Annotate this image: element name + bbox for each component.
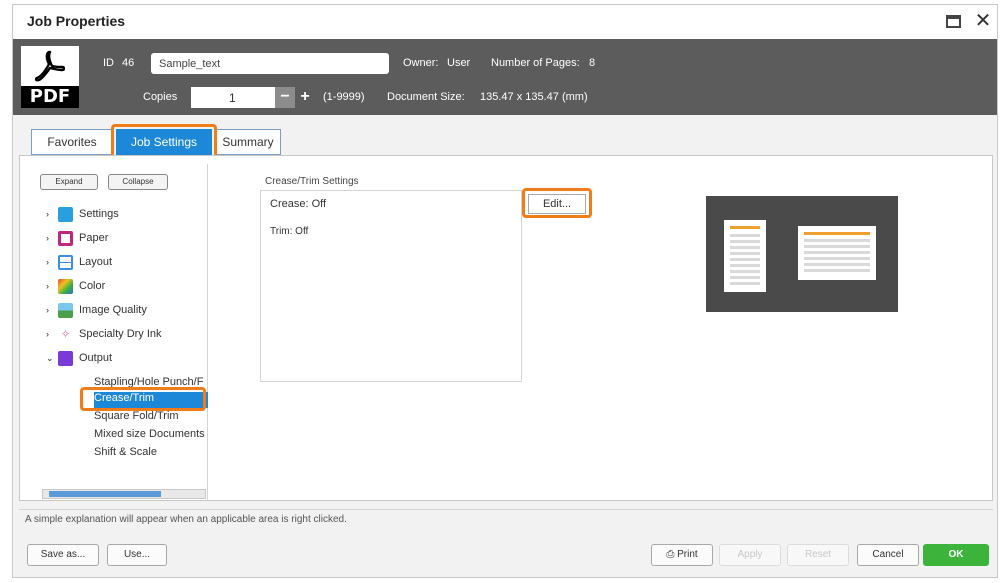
tree-subitem-crease-trim[interactable]: Crease/Trim [94, 392, 208, 408]
settings-tree: Expand Collapse › Settings › Paper › Lay… [28, 164, 208, 500]
id-value: 46 [122, 57, 135, 69]
expand-arrow-icon: › [46, 209, 49, 219]
tree-item-output[interactable]: ⌄ Output [46, 348, 112, 368]
copies-input[interactable] [191, 87, 275, 108]
print-button[interactable]: ⎙ Print [651, 544, 713, 566]
copies-range: (1-9999) [323, 91, 365, 103]
tree-item-label: Paper [79, 232, 109, 244]
tree-item-label: Settings [79, 208, 119, 220]
tree-item-label: Color [79, 280, 106, 292]
cancel-button[interactable]: Cancel [857, 544, 919, 566]
tree-horizontal-scrollbar[interactable] [42, 489, 206, 499]
copies-increment-button[interactable]: + [295, 87, 315, 108]
expand-arrow-icon: › [46, 257, 49, 267]
landscape-page-preview [798, 226, 876, 280]
maximize-icon[interactable] [943, 11, 963, 31]
window-title: Job Properties [27, 13, 126, 29]
settings-panel: Expand Collapse › Settings › Paper › Lay… [19, 155, 993, 501]
tree-subitem-stapling[interactable]: Stapling/Hole Punch/F [94, 376, 218, 392]
status-text: A simple explanation will appear when an… [25, 514, 347, 525]
tree-subitem-shift-scale[interactable]: Shift & Scale [94, 446, 218, 462]
output-icon [58, 350, 73, 366]
title-bar: Job Properties ✕ [13, 5, 997, 39]
crease-trim-group-title: Crease/Trim Settings [265, 176, 359, 187]
docsize-value: 135.47 x 135.47 (mm) [480, 91, 588, 103]
collapse-arrow-icon: ⌄ [46, 352, 54, 363]
owner-label: Owner: [403, 57, 439, 69]
edit-button[interactable]: Edit... [528, 194, 586, 214]
tree-subitem-square-fold[interactable]: Square Fold/Trim [94, 410, 218, 426]
copies-decrement-button[interactable]: − [275, 87, 295, 108]
owner-value: User [447, 57, 471, 69]
apply-button[interactable]: Apply [719, 544, 781, 566]
tree-subitem-mixed-size[interactable]: Mixed size Documents [94, 428, 218, 444]
paper-icon [58, 230, 73, 246]
pdf-file-icon: PDF [21, 46, 79, 108]
print-button-label: Print [677, 549, 698, 560]
ok-button[interactable]: OK [923, 544, 989, 566]
settings-icon [58, 206, 73, 222]
portrait-page-preview [724, 220, 766, 292]
pdf-icon-label: PDF [21, 86, 79, 108]
crease-setting: Crease: Off [270, 198, 327, 210]
pages-value: 8 [589, 57, 596, 69]
tab-job-settings[interactable]: Job Settings [116, 129, 212, 155]
close-icon[interactable]: ✕ [973, 11, 993, 31]
expand-arrow-icon: › [46, 281, 49, 291]
trim-setting: Trim: Off [270, 226, 309, 237]
reset-button[interactable]: Reset [787, 544, 849, 566]
job-properties-window: Job Properties ✕ PDF ID 46 Owner: User N… [12, 4, 998, 578]
tree-item-layout[interactable]: › Layout [46, 252, 112, 272]
copies-label: Copies [143, 91, 178, 103]
tree-item-settings[interactable]: › Settings [46, 204, 119, 224]
pages-label: Number of Pages: [491, 57, 580, 69]
job-name-input[interactable] [151, 53, 389, 74]
crease-preview [706, 196, 898, 312]
tree-item-color[interactable]: › Color [46, 276, 105, 296]
tree-item-label: Output [79, 352, 113, 364]
id-label: ID [103, 57, 114, 69]
expand-arrow-icon: › [46, 305, 49, 315]
specialty-ink-icon: ✧ [58, 326, 73, 342]
collapse-button[interactable]: Collapse [108, 174, 168, 190]
save-as-button[interactable]: Save as... [27, 544, 99, 566]
printer-icon: ⎙ [666, 549, 675, 560]
image-quality-icon [58, 302, 73, 318]
job-header: PDF ID 46 Owner: User Number of Pages: 8… [13, 39, 997, 115]
use-button[interactable]: Use... [107, 544, 167, 566]
crease-trim-group [260, 190, 522, 382]
expand-button[interactable]: Expand [40, 174, 98, 190]
status-bar: A simple explanation will appear when an… [19, 509, 993, 527]
layout-icon [58, 254, 73, 270]
color-icon [58, 278, 73, 294]
scrollbar-thumb[interactable] [49, 491, 161, 497]
expand-arrow-icon: › [46, 329, 49, 339]
tree-item-label: Specialty Dry Ink [79, 328, 162, 340]
tab-summary[interactable]: Summary [215, 129, 281, 155]
tree-item-specialty-dry-ink[interactable]: › ✧ Specialty Dry Ink [46, 324, 162, 344]
tree-item-image-quality[interactable]: › Image Quality [46, 300, 147, 320]
expand-arrow-icon: › [46, 233, 49, 243]
tab-favorites[interactable]: Favorites [31, 129, 113, 155]
tree-item-label: Image Quality [79, 304, 147, 316]
tree-item-label: Layout [79, 256, 113, 268]
docsize-label: Document Size: [387, 91, 465, 103]
tree-item-paper[interactable]: › Paper [46, 228, 108, 248]
